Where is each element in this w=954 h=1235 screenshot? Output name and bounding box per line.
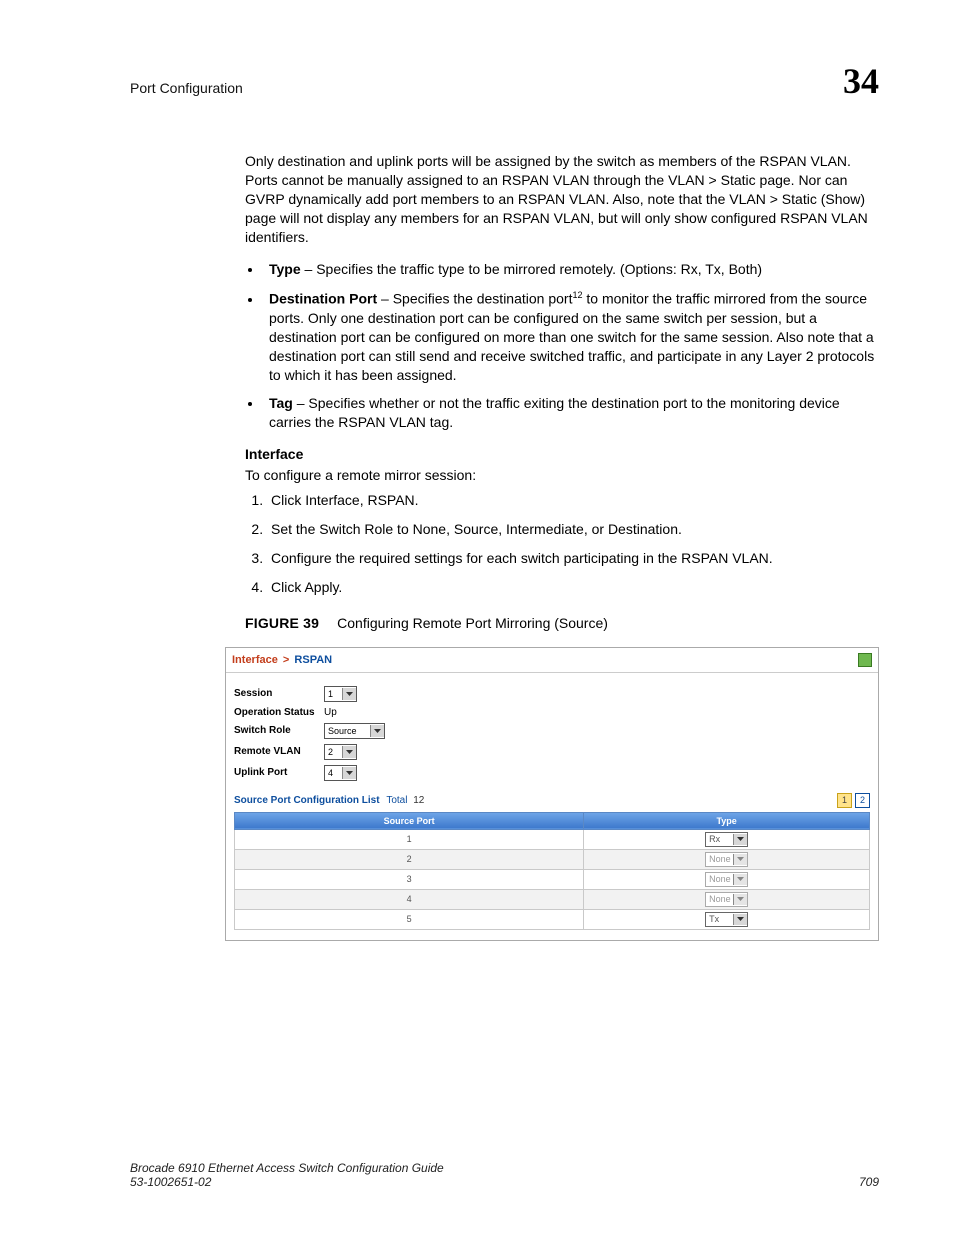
step-4: Click Apply.: [267, 578, 879, 597]
source-port-table: Source Port Type 1 Rx 2 None 3 N: [234, 812, 870, 930]
term-dest-before: – Specifies the destination port: [377, 291, 572, 307]
term-destination-port: Destination Port: [269, 291, 377, 307]
section-head-interface: Interface: [245, 446, 879, 462]
table-row: 1 Rx: [235, 829, 870, 849]
intro-paragraph: Only destination and uplink ports will b…: [245, 152, 879, 246]
footer-doc-number: 53-1002651-02: [130, 1175, 444, 1189]
list-title-total-label: Total: [386, 795, 407, 806]
pager-page-2[interactable]: 2: [855, 793, 870, 808]
field-label-switch-role: Switch Role: [234, 725, 324, 736]
bullet-destination-port: Destination Port – Specifies the destina…: [263, 289, 879, 384]
step-2: Set the Switch Role to None, Source, Int…: [267, 520, 879, 539]
remote-vlan-value: 2: [328, 747, 338, 757]
table-row: 5 Tx: [235, 909, 870, 929]
cell-port: 4: [235, 889, 584, 909]
type-select-value: None: [709, 874, 733, 884]
step-3: Configure the required settings for each…: [267, 549, 879, 568]
field-label-uplink-port: Uplink Port: [234, 767, 324, 778]
type-select[interactable]: None: [705, 852, 748, 867]
col-header-type: Type: [584, 812, 870, 829]
op-status-value: Up: [324, 707, 337, 718]
switch-role-value: Source: [328, 726, 366, 736]
term-type-desc: – Specifies the traffic type to be mirro…: [301, 261, 762, 277]
session-select-value: 1: [328, 689, 338, 699]
footer-left: Brocade 6910 Ethernet Access Switch Conf…: [130, 1161, 444, 1189]
pager-page-1[interactable]: 1: [837, 793, 852, 808]
type-select[interactable]: Rx: [705, 832, 748, 847]
footer-guide-title: Brocade 6910 Ethernet Access Switch Conf…: [130, 1161, 444, 1175]
cell-port: 2: [235, 849, 584, 869]
breadcrumb-child: RSPAN: [294, 654, 332, 666]
table-row: 2 None: [235, 849, 870, 869]
field-label-op-status: Operation Status: [234, 707, 324, 718]
step-1: Click Interface, RSPAN.: [267, 491, 879, 510]
dropdown-arrow-icon: [342, 767, 356, 779]
section-running-head: Port Configuration: [130, 80, 243, 96]
field-label-session: Session: [234, 688, 324, 699]
term-type: Type: [269, 261, 301, 277]
uplink-port-value: 4: [328, 768, 338, 778]
interface-intro: To configure a remote mirror session:: [245, 466, 879, 485]
chapter-number: 34: [843, 60, 879, 102]
source-port-list-title: Source Port Configuration List Total 12: [234, 795, 424, 806]
session-select[interactable]: 1: [324, 686, 357, 702]
type-select[interactable]: None: [705, 892, 748, 907]
table-row: 4 None: [235, 889, 870, 909]
footer-page-number: 709: [859, 1175, 879, 1189]
dropdown-arrow-icon: [733, 914, 747, 925]
cell-port: 1: [235, 829, 584, 849]
term-tag: Tag: [269, 395, 293, 411]
switch-role-select[interactable]: Source: [324, 723, 385, 739]
figure-label: FIGURE 39: [245, 615, 319, 631]
breadcrumb-parent[interactable]: Interface: [232, 654, 278, 666]
type-select[interactable]: Tx: [705, 912, 748, 927]
dropdown-arrow-icon: [342, 688, 356, 700]
type-select-value: Rx: [709, 834, 733, 844]
list-title-main: Source Port Configuration List: [234, 795, 380, 806]
type-select-value: None: [709, 854, 733, 864]
type-select[interactable]: None: [705, 872, 748, 887]
list-title-total-value: 12: [413, 795, 424, 806]
figure-caption-line: FIGURE 39 Configuring Remote Port Mirrori…: [245, 615, 879, 631]
field-label-remote-vlan: Remote VLAN: [234, 746, 324, 757]
term-tag-desc: – Specifies whether or not the traffic e…: [269, 395, 840, 430]
dropdown-arrow-icon: [342, 746, 356, 758]
type-select-value: None: [709, 894, 733, 904]
dropdown-arrow-icon: [733, 894, 747, 905]
dropdown-arrow-icon: [370, 725, 384, 737]
table-row: 3 None: [235, 869, 870, 889]
cell-port: 5: [235, 909, 584, 929]
remote-vlan-select[interactable]: 2: [324, 744, 357, 760]
help-icon[interactable]: [858, 653, 872, 667]
bullet-type: Type – Specifies the traffic type to be …: [263, 260, 879, 279]
col-header-source-port: Source Port: [235, 812, 584, 829]
bullet-tag: Tag – Specifies whether or not the traff…: [263, 394, 879, 432]
dropdown-arrow-icon: [733, 874, 747, 885]
footnote-ref: 12: [572, 290, 582, 300]
dropdown-arrow-icon: [733, 854, 747, 865]
uplink-port-select[interactable]: 4: [324, 765, 357, 781]
dropdown-arrow-icon: [733, 834, 747, 845]
screenshot-panel: Interface > RSPAN Session 1 Operation St…: [225, 647, 879, 941]
type-select-value: Tx: [709, 914, 733, 924]
cell-port: 3: [235, 869, 584, 889]
breadcrumb: Interface > RSPAN: [232, 654, 332, 666]
breadcrumb-separator: >: [281, 654, 291, 666]
pager: 1 2: [837, 793, 870, 808]
figure-caption: Configuring Remote Port Mirroring (Sourc…: [337, 615, 608, 631]
